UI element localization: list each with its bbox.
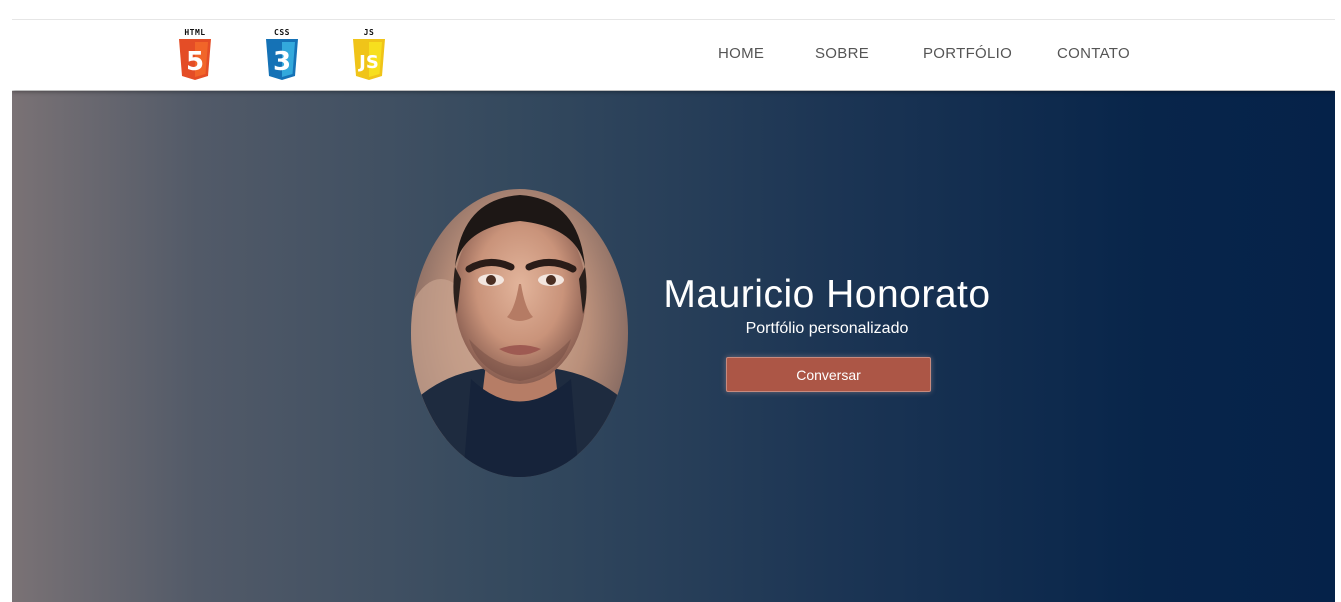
html5-logo-label: HTML (184, 28, 206, 37)
javascript-glyph: JS (357, 52, 379, 73)
hero-name: Mauricio Honorato (663, 273, 991, 316)
nav-link-contato[interactable]: CONTATO (1057, 45, 1130, 62)
javascript-logo: JS JS (349, 28, 389, 84)
nav-link-sobre[interactable]: SOBRE (815, 45, 869, 62)
javascript-logo-label: JS (363, 28, 375, 37)
javascript-icon: JS (353, 39, 385, 80)
nav-link-portfolio[interactable]: PORTFÓLIO (923, 45, 1012, 62)
profile-photo (411, 189, 628, 477)
css3-glyph: 3 (273, 47, 291, 77)
navbar: HTML 5 CSS 3 JS JS HOME SOBRE PORTFÓLIO … (12, 19, 1335, 90)
profile-portrait (411, 195, 628, 477)
css3-icon: 3 (266, 39, 298, 80)
html5-glyph: 5 (186, 47, 204, 77)
html5-logo: HTML 5 (175, 28, 215, 84)
css3-logo: CSS 3 (262, 28, 302, 84)
hero-subtitle: Portfólio personalizado (745, 320, 909, 337)
html5-icon: 5 (179, 39, 211, 80)
hero-section: Mauricio Honorato Portfólio personalizad… (12, 91, 1335, 602)
page: HTML 5 CSS 3 JS JS HOME SOBRE PORTFÓLIO … (12, 19, 1335, 602)
nav-link-home[interactable]: HOME (718, 45, 764, 62)
conversar-button[interactable]: Conversar (726, 357, 931, 392)
css3-logo-label: CSS (274, 28, 290, 37)
